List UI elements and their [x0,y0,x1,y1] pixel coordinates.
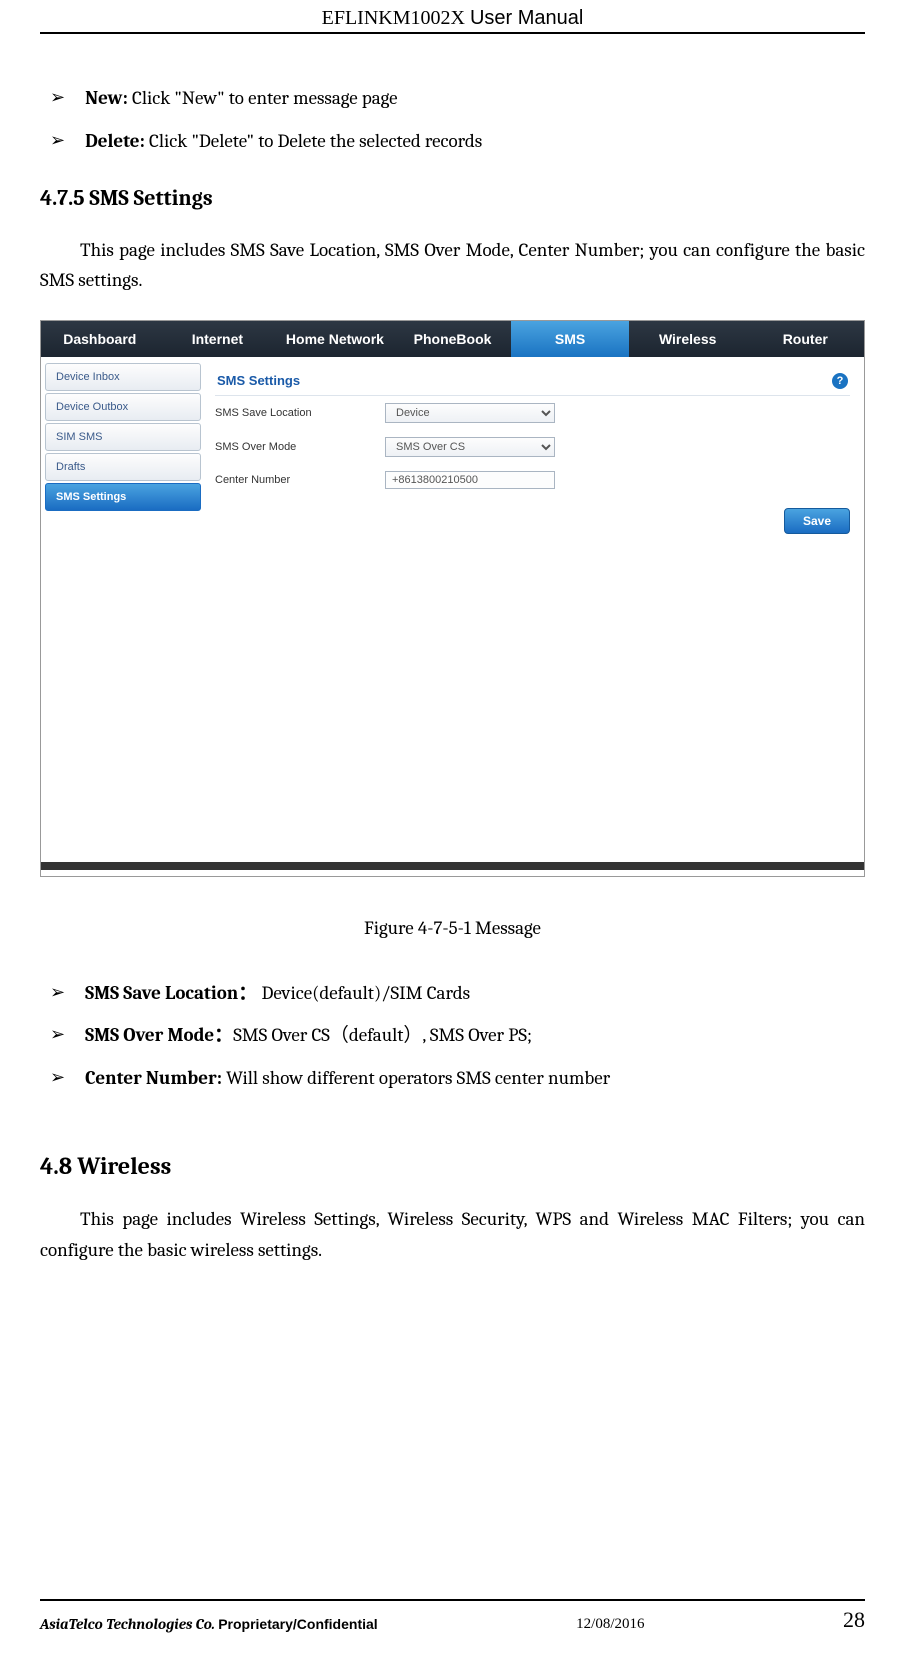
row-center-number: Center Number [215,464,850,496]
sidebar: Device Inbox Device Outbox SIM SMS Draft… [41,357,201,702]
triangle-bullet-icon: ➢ [50,1064,65,1091]
footer-confidential: Proprietary/Confidential [218,1616,377,1632]
header-title-prefix: EFLINKM1002X [322,7,470,29]
sidebar-item-sim-sms[interactable]: SIM SMS [45,423,201,451]
footer-page-number: 28 [843,1607,865,1633]
section-heading-475: 4.7.5 SMS Settings [40,185,865,211]
bullet-item: ➢ SMS Over Mode：SMS Over CS（default）, SM… [50,1021,865,1050]
settings-panel: SMS Settings ? SMS Save Location Device … [201,357,864,702]
embedded-screenshot: Dashboard Internet Home Network PhoneBoo… [40,320,865,877]
sidebar-item-sms-settings[interactable]: SMS Settings [45,483,201,511]
bullet-label: Center Number: [85,1067,222,1089]
panel-title-text: SMS Settings [217,373,300,388]
bullet-item: ➢ Delete: Click "Delete" to Delete the s… [50,127,865,156]
triangle-bullet-icon: ➢ [50,979,65,1006]
page-footer: AsiaTelco Technologies Co. Proprietary/C… [40,1599,865,1633]
nav-dashboard[interactable]: Dashboard [41,321,159,357]
figure-caption: Figure 4-7-5-1 Message [40,917,865,939]
header-title-suffix: User Manual [470,7,583,29]
bullet-desc: Click "Delete" to Delete the selected re… [145,130,482,152]
label-save-location: SMS Save Location [215,407,385,419]
row-save-location: SMS Save Location Device [215,396,850,430]
nav-sms[interactable]: SMS [511,321,629,357]
triangle-bullet-icon: ➢ [50,84,65,111]
screenshot-bottom-bar [41,862,864,870]
bullet-desc: Device(default)/SIM Cards [257,982,470,1004]
nav-internet[interactable]: Internet [159,321,277,357]
section-heading-48: 4.8 Wireless [40,1152,865,1180]
nav-wireless[interactable]: Wireless [629,321,747,357]
nav-phonebook[interactable]: PhoneBook [394,321,512,357]
bullet-list-top: ➢ New: Click "New" to enter message page… [40,84,865,155]
triangle-bullet-icon: ➢ [50,1021,65,1048]
input-center-number[interactable] [385,471,555,489]
sidebar-item-drafts[interactable]: Drafts [45,453,201,481]
page-header: EFLINKM1002X User Manual [40,0,865,34]
bullet-desc: Click "New" to enter message page [128,87,398,109]
save-button[interactable]: Save [784,508,850,534]
nav-router[interactable]: Router [746,321,864,357]
row-over-mode: SMS Over Mode SMS Over CS [215,430,850,464]
footer-company-block: AsiaTelco Technologies Co. Proprietary/C… [40,1615,378,1633]
bullet-label: Delete: [85,130,145,152]
sidebar-item-device-outbox[interactable]: Device Outbox [45,393,201,421]
bullet-desc: SMS Over CS（default）, SMS Over PS; [233,1024,532,1046]
sidebar-item-device-inbox[interactable]: Device Inbox [45,363,201,391]
footer-company: AsiaTelco Technologies Co. [40,1615,218,1633]
help-icon[interactable]: ? [832,373,848,389]
select-save-location[interactable]: Device [385,403,555,423]
footer-date: 12/08/2016 [576,1616,644,1633]
bullet-label: New: [85,87,128,109]
section-48-paragraph: This page includes Wireless Settings, Wi… [40,1204,865,1265]
bullet-desc: Will show different operators SMS center… [222,1067,610,1089]
panel-title-row: SMS Settings ? [215,367,850,396]
bullet-label: SMS Save Location： [85,982,257,1004]
bullet-item: ➢ Center Number: Will show different ope… [50,1064,865,1093]
select-over-mode[interactable]: SMS Over CS [385,437,555,457]
nav-home-network[interactable]: Home Network [276,321,394,357]
label-over-mode: SMS Over Mode [215,441,385,453]
triangle-bullet-icon: ➢ [50,127,65,154]
section-475-paragraph: This page includes SMS Save Location, SM… [40,235,865,296]
bullet-list-bottom: ➢ SMS Save Location： Device(default)/SIM… [40,979,865,1093]
top-nav: Dashboard Internet Home Network PhoneBoo… [41,321,864,357]
bullet-label: SMS Over Mode： [85,1024,233,1046]
label-center-number: Center Number [215,474,385,486]
bullet-item: ➢ SMS Save Location： Device(default)/SIM… [50,979,865,1008]
bullet-item: ➢ New: Click "New" to enter message page [50,84,865,113]
